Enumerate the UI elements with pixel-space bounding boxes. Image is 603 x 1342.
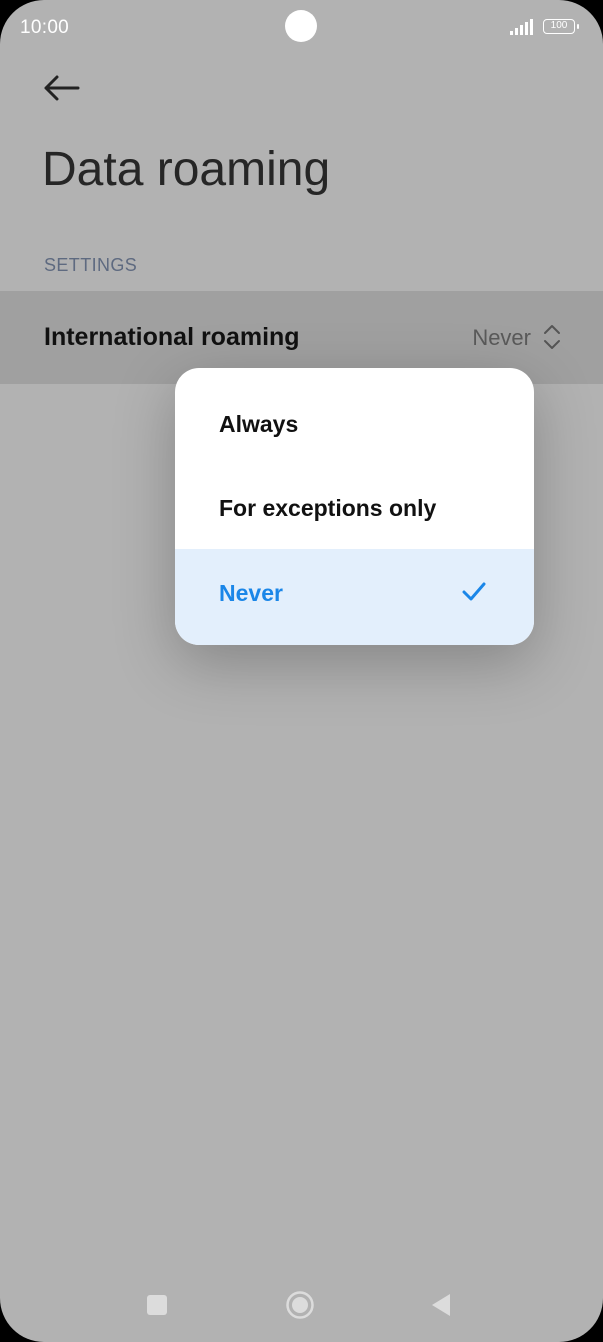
setting-label: International roaming: [44, 323, 300, 351]
phone-screen: 10:00 100 Data roaming SETTINGS Internat…: [0, 0, 603, 1342]
section-label: SETTINGS: [44, 255, 138, 275]
checkmark-icon: [462, 582, 486, 601]
page-title: Data roaming: [42, 143, 331, 196]
option-never[interactable]: Never: [175, 549, 534, 645]
back-arrow-icon: [44, 75, 80, 101]
option-label: Always: [219, 411, 299, 437]
status-bar: 10:00 100: [0, 0, 603, 56]
home-circle-icon[interactable]: [285, 1290, 315, 1320]
back-triangle-icon[interactable]: [430, 1292, 452, 1318]
option-label: Never: [219, 580, 283, 606]
battery-level: 100: [550, 20, 568, 31]
battery-icon: 100: [543, 19, 579, 34]
option-for-exceptions-only[interactable]: For exceptions only: [175, 466, 534, 550]
recents-square-icon[interactable]: [147, 1295, 167, 1315]
option-always[interactable]: Always: [175, 382, 534, 466]
option-label: For exceptions only: [219, 495, 437, 521]
setting-value: Never: [472, 325, 531, 350]
camera-cutout: [285, 10, 317, 42]
up-down-chevron-icon: [544, 325, 560, 349]
status-time: 10:00: [20, 17, 70, 38]
roaming-options-menu: Always For exceptions only Never: [175, 368, 534, 645]
back-button[interactable]: [40, 70, 84, 106]
signal-icon: [510, 19, 533, 35]
